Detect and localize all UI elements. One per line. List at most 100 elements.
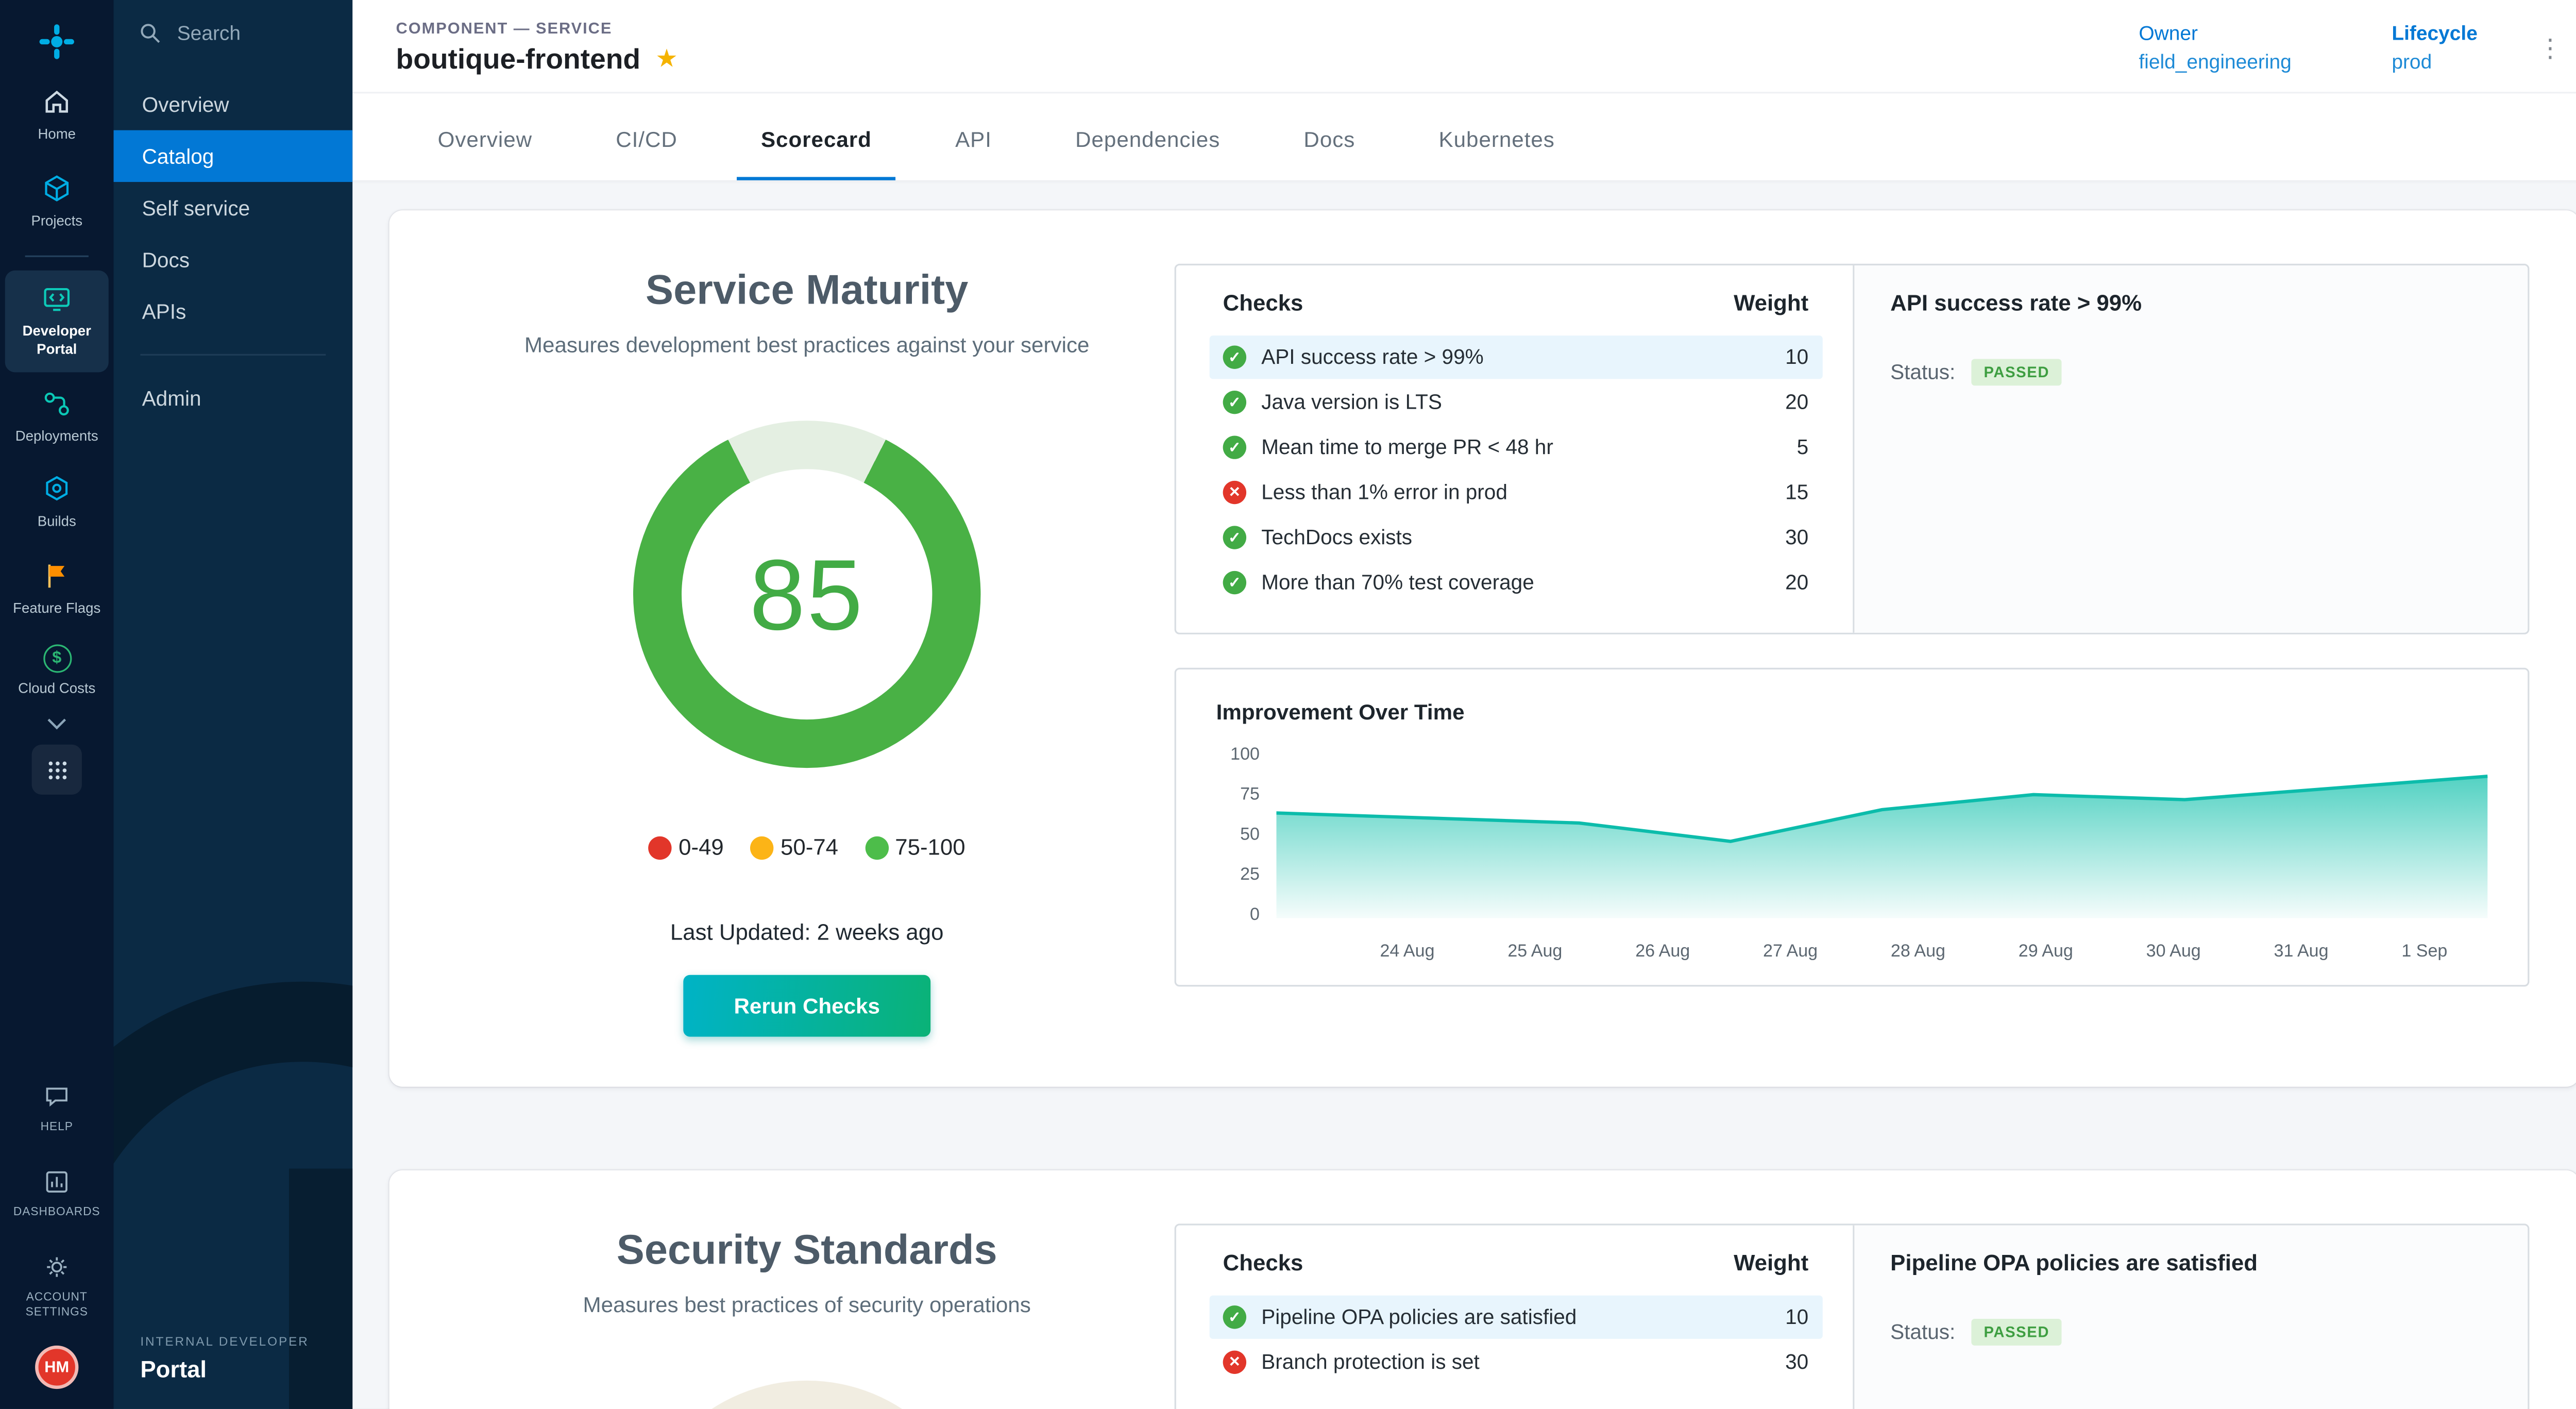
help-button[interactable]: HELP	[40, 1080, 74, 1135]
rail-item-builds[interactable]: Builds	[5, 461, 109, 544]
legend-item-mid: 50-74	[751, 835, 838, 860]
account-settings-button[interactable]: ACCOUNT SETTINGS	[0, 1250, 114, 1321]
search-input[interactable]: Search	[114, 0, 353, 65]
score-donut-gauge	[633, 1381, 980, 1409]
check-row[interactable]: Less than 1% error in prod 15	[1210, 471, 1822, 514]
checks-table: Checks Weight Pipeline OPA policies are …	[1176, 1226, 1852, 1409]
sidebar-item-catalog[interactable]: Catalog	[114, 130, 353, 182]
sidebar-footer: INTERNAL DEVELOPER Portal	[114, 1314, 353, 1409]
lifecycle-label: Lifecycle	[2392, 22, 2478, 45]
sidebar-item-overview[interactable]: Overview	[114, 78, 353, 130]
tab-api[interactable]: API	[913, 93, 1033, 180]
deployments-pipeline-icon	[40, 387, 74, 420]
check-label: More than 70% test coverage	[1261, 571, 1770, 594]
favorite-star-icon[interactable]	[655, 47, 678, 72]
check-passed-icon	[1223, 346, 1246, 369]
checks-table: Checks Weight API success rate > 99% 10 …	[1176, 265, 1852, 633]
rerun-checks-button[interactable]: Rerun Checks	[684, 975, 930, 1037]
module-grid-button[interactable]	[32, 745, 82, 795]
last-updated-text: Last Updated: 2 weeks ago	[670, 920, 944, 945]
entity-kind-label: COMPONENT — SERVICE	[396, 19, 2139, 38]
check-weight: 15	[1785, 481, 1808, 504]
owner-link[interactable]: field_engineering	[2139, 50, 2291, 73]
check-label: Branch protection is set	[1261, 1351, 1770, 1374]
sidebar-item-admin[interactable]: Admin	[114, 372, 353, 424]
scorecard-subtitle: Measures best practices of security oper…	[583, 1292, 1031, 1317]
tab-kubernetes[interactable]: Kubernetes	[1397, 93, 1597, 180]
lifecycle-meta: Lifecycle prod	[2392, 22, 2478, 73]
check-weight: 5	[1797, 435, 1809, 459]
status-label: Status:	[1890, 361, 1955, 384]
sidebar-item-docs[interactable]: Docs	[114, 234, 353, 286]
tab-docs[interactable]: Docs	[1262, 93, 1397, 180]
sidebar-divider	[140, 354, 326, 356]
check-row[interactable]: More than 70% test coverage 20	[1210, 561, 1822, 604]
cloud-costs-dollar-icon: $	[43, 645, 71, 674]
check-row[interactable]: Branch protection is set 30	[1210, 1340, 1822, 1384]
rail-item-label: ACCOUNT SETTINGS	[0, 1290, 114, 1320]
user-avatar[interactable]: HM	[35, 1346, 78, 1389]
scorecard-title: Security Standards	[617, 1227, 997, 1276]
rail-item-feature-flags[interactable]: Feature Flags	[5, 547, 109, 630]
check-row[interactable]: TechDocs exists 30	[1210, 516, 1822, 559]
improvement-chart-panel: Improvement Over Time 100 75 50 25 0	[1175, 668, 2530, 987]
rail-divider	[25, 256, 89, 257]
scorecards-scroll-area: Service Maturity Measures development be…	[352, 180, 2576, 1409]
module-sidebar: Search Overview Catalog Self service Doc…	[114, 0, 353, 1409]
grid-dots-icon	[44, 757, 70, 782]
legend-dot-red	[649, 835, 672, 859]
developer-portal-icon	[40, 282, 74, 316]
check-label: Less than 1% error in prod	[1261, 481, 1770, 504]
check-detail-panel: API success rate > 99% Status: PASSED	[1852, 265, 2528, 633]
legend-item-low: 0-49	[649, 835, 724, 860]
tab-overview[interactable]: Overview	[396, 93, 574, 180]
weight-column-header: Weight	[1734, 1250, 1808, 1276]
scorecard-subtitle: Measures development best practices agai…	[524, 332, 1090, 358]
rail-item-label: HELP	[41, 1119, 73, 1134]
weight-column-header: Weight	[1734, 291, 1808, 316]
dashboards-button[interactable]: DASHBOARDS	[13, 1165, 100, 1220]
page-title: boutique-frontend	[396, 43, 641, 76]
chart-y-axis: 100 75 50 25 0	[1216, 745, 1277, 925]
rail-item-projects[interactable]: Projects	[5, 160, 109, 243]
check-passed-icon	[1223, 526, 1246, 549]
improvement-area-chart	[1276, 751, 2487, 918]
scorecard-security-standards: Security Standards Measures best practic…	[389, 1170, 2576, 1409]
check-label: Pipeline OPA policies are satisfied	[1261, 1305, 1770, 1329]
projects-cube-icon	[40, 171, 74, 205]
check-row[interactable]: API success rate > 99% 10	[1210, 336, 1822, 379]
sidebar-item-self-service[interactable]: Self service	[114, 182, 353, 233]
harness-logo-icon	[37, 22, 77, 62]
sidebar-footer-title: Portal	[140, 1355, 326, 1382]
sidebar-footer-eyebrow: INTERNAL DEVELOPER	[140, 1334, 326, 1349]
legend-item-high: 75-100	[865, 835, 965, 860]
check-row[interactable]: Mean time to merge PR < 48 hr 5	[1210, 426, 1822, 469]
help-chat-icon	[40, 1080, 74, 1113]
check-passed-icon	[1223, 391, 1246, 414]
check-row[interactable]: Java version is LTS 20	[1210, 381, 1822, 424]
chevron-down-icon[interactable]	[45, 716, 69, 731]
rail-item-label: Feature Flags	[13, 599, 100, 616]
rail-item-home[interactable]: Home	[5, 74, 109, 157]
score-legend: 0-49 50-74 75-100	[649, 835, 965, 860]
rail-item-cloud-costs[interactable]: $ Cloud Costs	[5, 633, 109, 711]
rail-item-label: Home	[38, 125, 76, 143]
more-options-kebab-icon[interactable]	[2528, 26, 2573, 69]
tab-scorecard[interactable]: Scorecard	[719, 93, 913, 180]
sidebar-item-apis[interactable]: APIs	[114, 286, 353, 337]
harness-logo[interactable]	[37, 0, 77, 72]
rail-item-deployments[interactable]: Deployments	[5, 375, 109, 458]
tab-dependencies[interactable]: Dependencies	[1033, 93, 1262, 180]
tab-cicd[interactable]: CI/CD	[574, 93, 719, 180]
status-label: Status:	[1890, 1320, 1955, 1344]
check-row[interactable]: Pipeline OPA policies are satisfied 10	[1210, 1296, 1822, 1339]
check-label: Mean time to merge PR < 48 hr	[1261, 435, 1782, 459]
legend-dot-green	[865, 835, 888, 859]
entity-tabs: Overview CI/CD Scorecard API Dependencie…	[352, 93, 2576, 180]
rail-item-label: Developer Portal	[7, 323, 107, 358]
chart-x-axis: 24 Aug 25 Aug 26 Aug 27 Aug 28 Aug 29 Au…	[1216, 942, 2488, 962]
check-passed-icon	[1223, 1305, 1246, 1329]
check-weight: 10	[1785, 1305, 1808, 1329]
rail-item-developer-portal[interactable]: Developer Portal	[5, 271, 109, 372]
check-detail-title: API success rate > 99%	[1890, 291, 2491, 316]
